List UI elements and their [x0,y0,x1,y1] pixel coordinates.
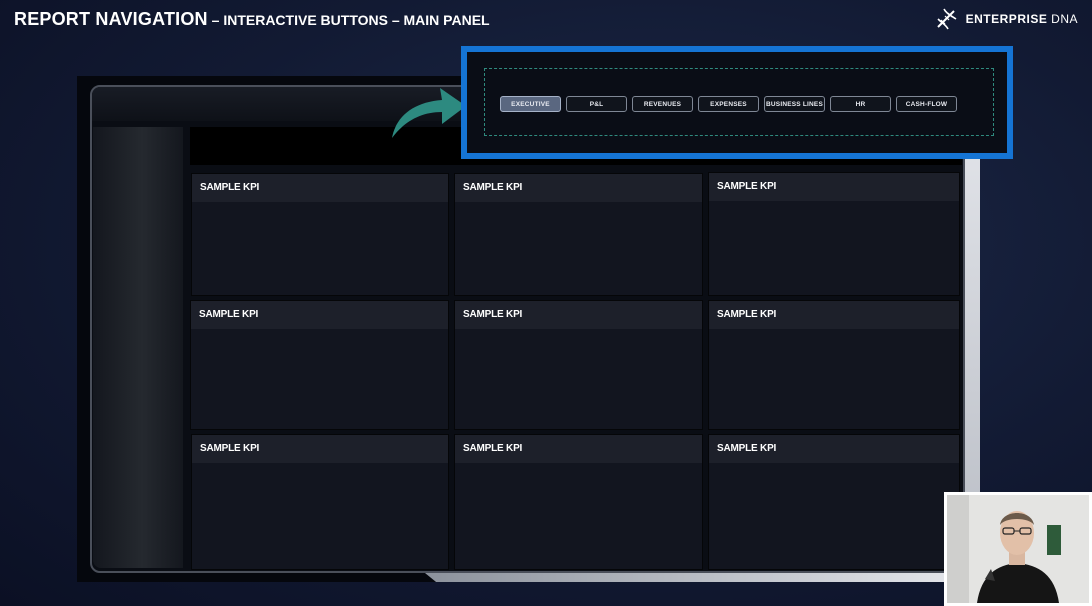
nav-button-hr[interactable]: HR [830,96,891,112]
kpi-card: SAMPLE KPI [454,300,703,430]
frame-accent-bottom [425,573,980,582]
kpi-card-label: SAMPLE KPI [455,301,702,329]
kpi-card: SAMPLE KPI [708,300,960,430]
kpi-card: SAMPLE KPI [708,434,960,570]
kpi-card: SAMPLE KPI [454,434,703,570]
kpi-card: SAMPLE KPI [191,173,449,296]
report-sidebar [93,127,183,568]
page-title: REPORT NAVIGATION – INTERACTIVE BUTTONS … [14,9,490,30]
kpi-card: SAMPLE KPI [454,173,703,296]
kpi-card-label: SAMPLE KPI [192,435,448,463]
kpi-card: SAMPLE KPI [708,172,960,296]
presenter-image [947,495,1089,603]
kpi-card-label: SAMPLE KPI [709,173,959,201]
nav-button-expenses[interactable]: EXPENSES [698,96,759,112]
kpi-card-label: SAMPLE KPI [455,435,702,463]
kpi-card: SAMPLE KPI [190,300,449,430]
nav-button-executive[interactable]: EXECUTIVE [500,96,561,112]
nav-button-pl[interactable]: P&L [566,96,627,112]
page-title-sub: – INTERACTIVE BUTTONS – MAIN PANEL [207,12,490,28]
presenter-video [947,495,1089,603]
kpi-card-label: SAMPLE KPI [191,301,448,329]
curved-arrow-icon [392,88,466,138]
nav-button-business-lines[interactable]: BUSINESS LINES [764,96,825,112]
report-navigation-bar: EXECUTIVE P&L REVENUES EXPENSES BUSINESS… [500,96,962,112]
kpi-card-label: SAMPLE KPI [192,174,448,202]
nav-button-cash-flow[interactable]: CASH-FLOW [896,96,957,112]
kpi-card: SAMPLE KPI [191,434,449,570]
nav-button-revenues[interactable]: REVENUES [632,96,693,112]
dna-helix-icon [936,8,957,30]
page-title-main: REPORT NAVIGATION [14,9,208,29]
kpi-card-label: SAMPLE KPI [455,174,702,202]
kpi-card-label: SAMPLE KPI [709,301,959,329]
webcam-overlay [944,492,1092,606]
kpi-card-label: SAMPLE KPI [709,435,959,463]
brand-logo: ENTERPRISE DNA [934,7,1078,31]
brand-name: ENTERPRISE DNA [965,12,1078,26]
